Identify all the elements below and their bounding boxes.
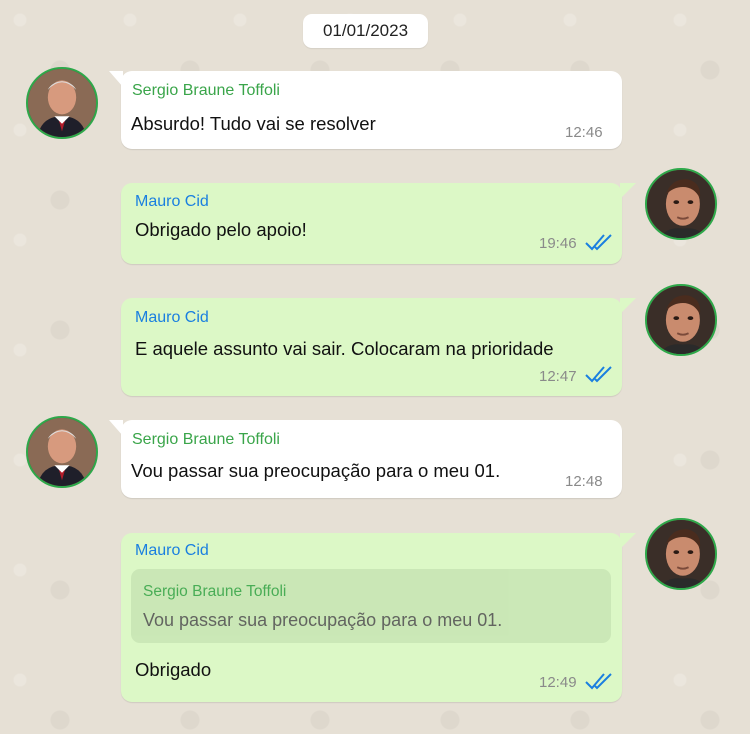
double-check-icon [585,234,612,251]
message-time: 19:46 [539,235,577,252]
sender-name: Mauro Cid [135,542,209,559]
avatar-cid[interactable] [645,284,717,356]
quoted-sender-name: Sergio Braune Toffoli [143,583,287,600]
message-time: 12:46 [565,124,603,141]
sender-name: Sergio Braune Toffoli [132,431,280,448]
message-time: 12:47 [539,368,577,385]
message-bubble[interactable]: Mauro Cid Sergio Braune Toffoli Vou pass… [121,533,636,702]
message-text: Obrigado [135,659,212,680]
double-check-icon [585,673,612,690]
message-text: Vou passar sua preocupação para o meu 01… [131,460,501,481]
message-bubble[interactable]: Mauro Cid Obrigado pelo apoio! 19:46 [121,183,636,264]
sender-name: Mauro Cid [135,309,209,326]
avatar-cid[interactable] [645,168,717,240]
quoted-message-text: Vou passar sua preocupação para o meu 01… [143,610,503,630]
date-divider: 01/01/2023 [303,14,428,48]
avatar-toffoli[interactable] [26,416,98,488]
avatar-cid[interactable] [645,518,717,590]
message-time: 12:49 [539,674,577,691]
message-bubble[interactable]: Sergio Braune Toffoli Absurdo! Tudo vai … [109,71,622,149]
message-text: Absurdo! Tudo vai se resolver [131,113,376,134]
message-text: E aquele assunto vai sair. Colocaram na … [135,338,554,359]
sender-name: Mauro Cid [135,193,209,210]
message-bubble[interactable]: Mauro Cid E aquele assunto vai sair. Col… [121,298,636,396]
sender-name: Sergio Braune Toffoli [132,82,280,99]
double-check-icon [585,366,612,383]
message-bubble[interactable]: Sergio Braune Toffoli Vou passar sua pre… [109,420,622,498]
quoted-message[interactable]: Sergio Braune Toffoli Vou passar sua pre… [131,569,611,643]
message-text: Obrigado pelo apoio! [135,219,307,240]
avatar-toffoli[interactable] [26,67,98,139]
message-time: 12:48 [565,473,603,490]
